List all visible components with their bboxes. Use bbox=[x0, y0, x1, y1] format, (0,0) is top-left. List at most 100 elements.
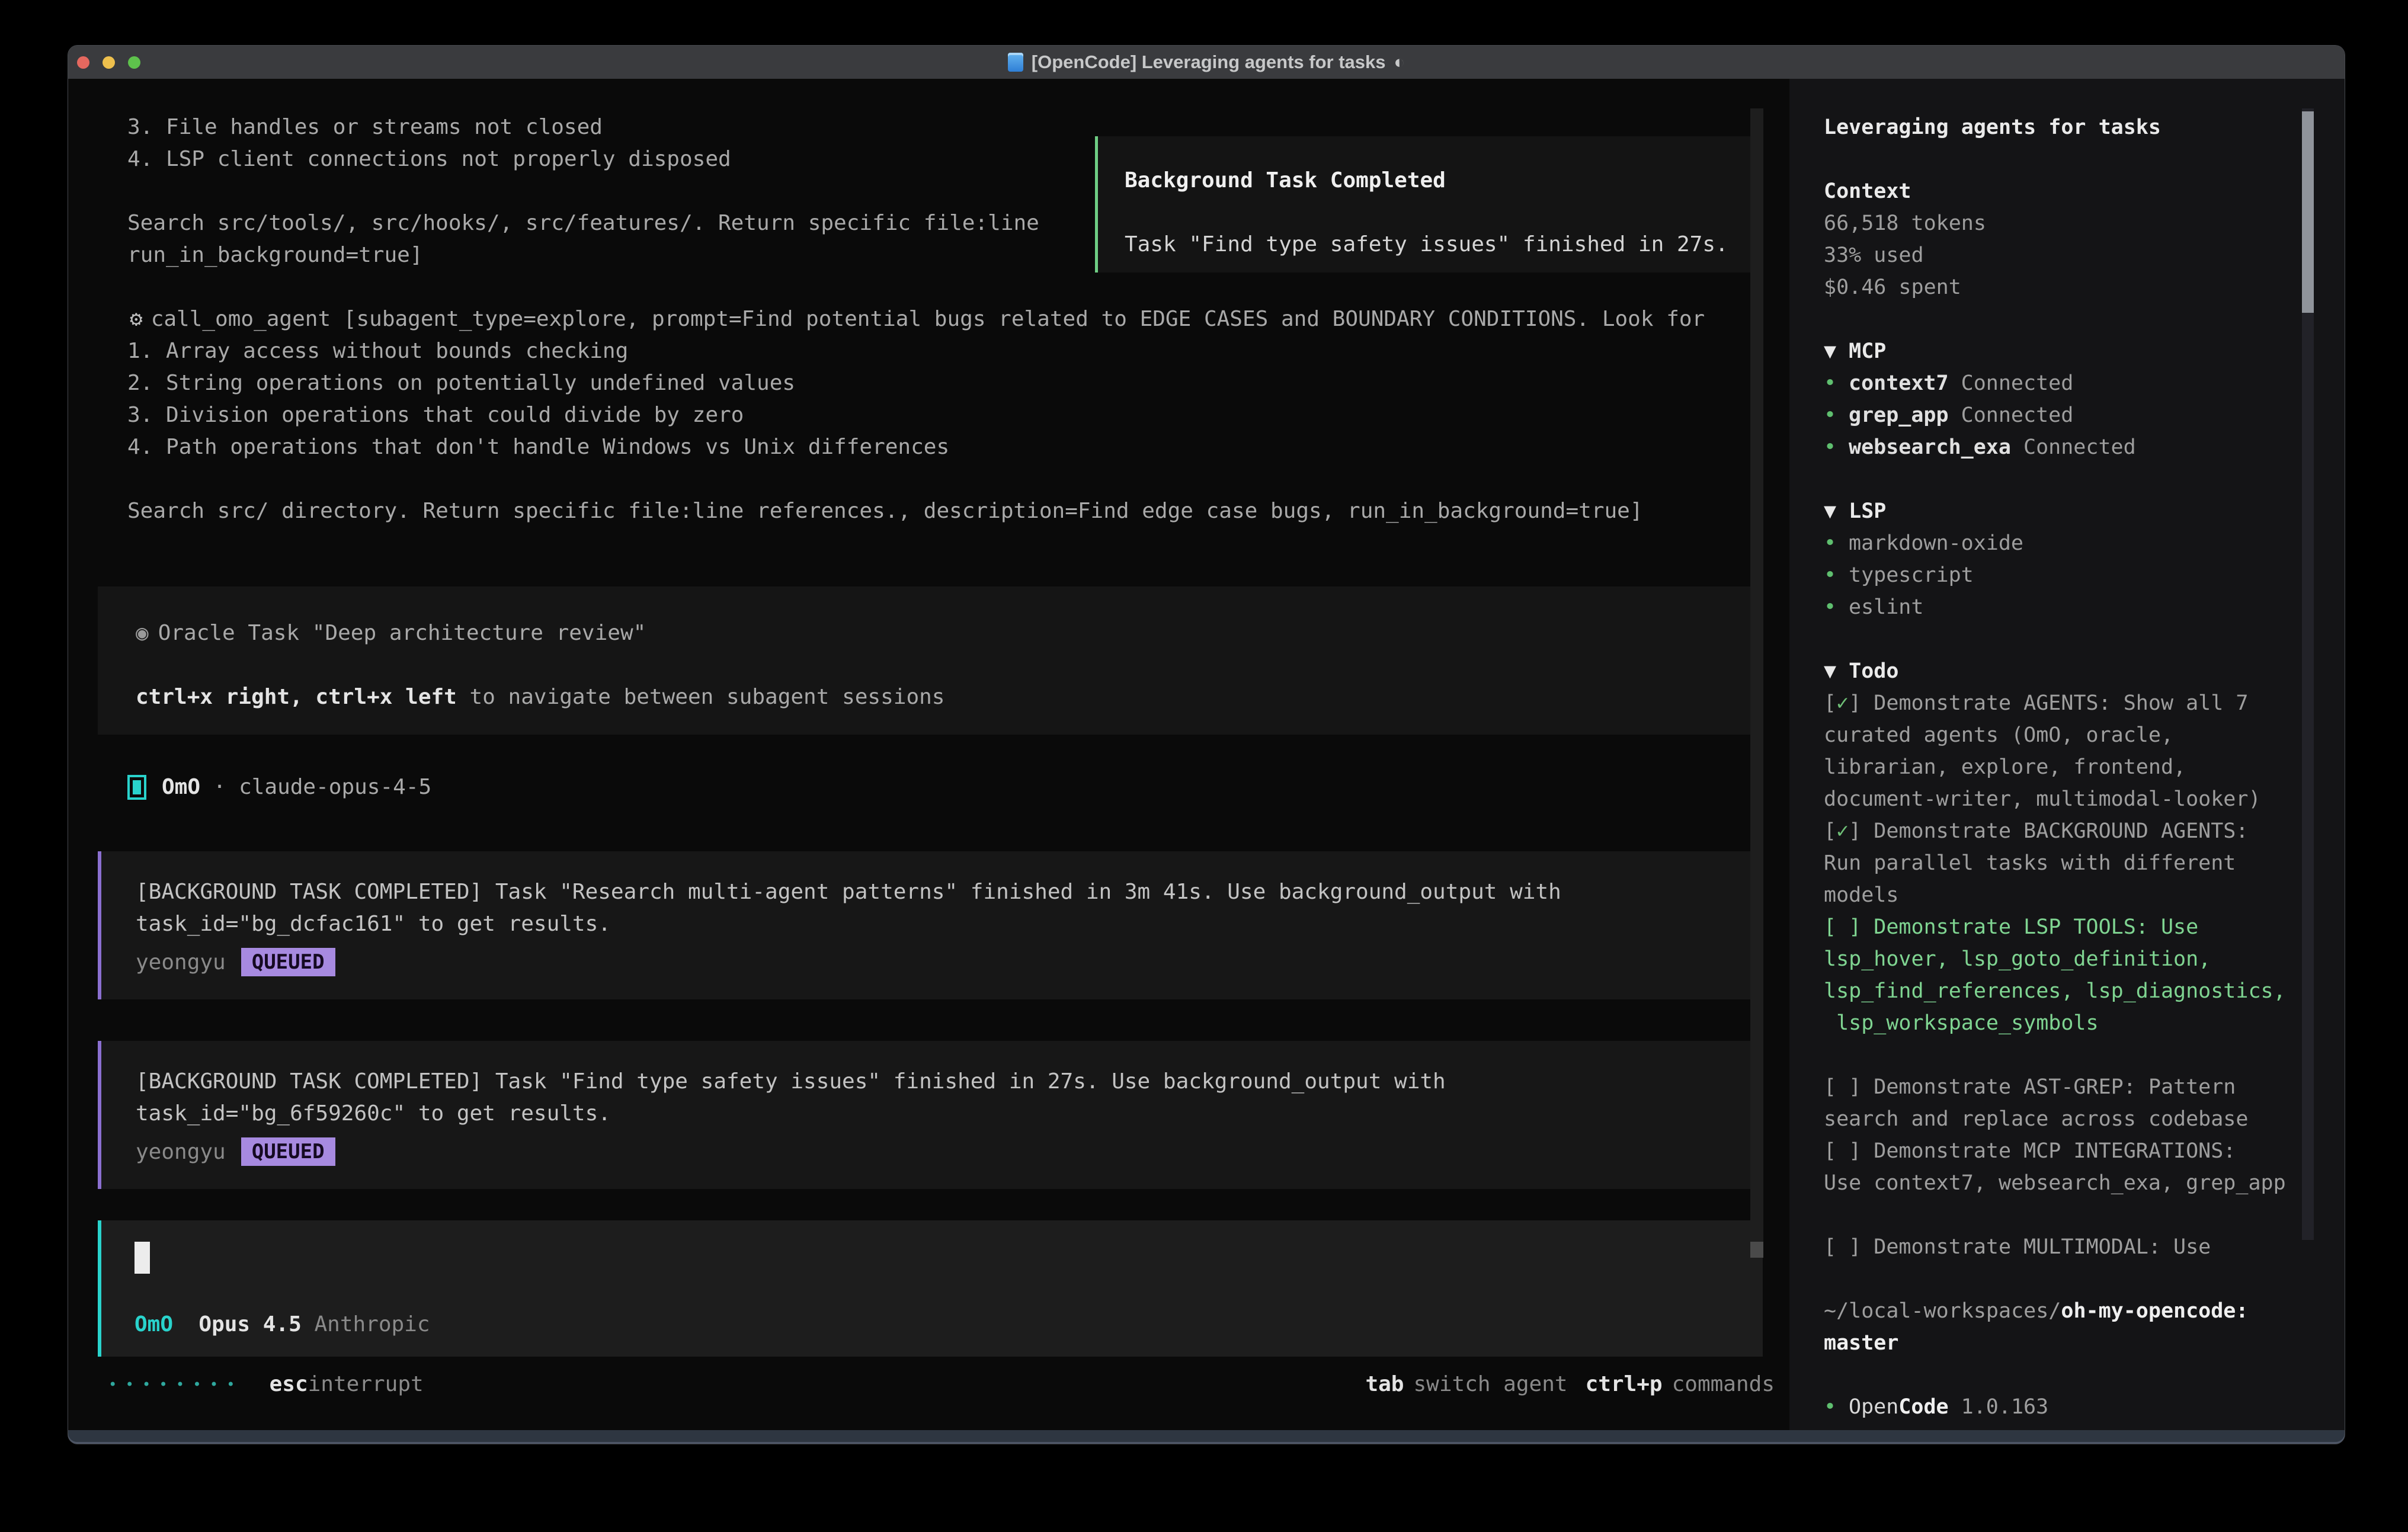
separator-dot: · bbox=[200, 775, 239, 799]
interrupt-label: interrupt bbox=[308, 1372, 424, 1396]
oracle-task-title: ◉Oracle Task "Deep architecture review" bbox=[136, 617, 1763, 649]
todo-item-pending: [ ] Demonstrate MCP INTEGRATIONS: bbox=[1824, 1135, 2314, 1167]
todo-section-header[interactable]: ▼ Todo bbox=[1824, 655, 2314, 687]
session-sidebar: Leveraging agents for tasks Context 66,5… bbox=[1789, 79, 2345, 1430]
subagent-nav-hint: ctrl+x right, ctrl+x left to navigate be… bbox=[136, 681, 1763, 713]
chevron-down-icon: ▼ bbox=[1824, 499, 1849, 523]
status-badge: QUEUED bbox=[241, 1137, 335, 1166]
tool-call-line: ⚙ call_omo_agent [subagent_type=explore, … bbox=[68, 303, 1789, 335]
tool-call-text: call_omo_agent [subagent_type=explore, p… bbox=[151, 307, 1705, 331]
lsp-section-header[interactable]: ▼ LSP bbox=[1824, 495, 2314, 527]
todo-item-line: librarian, explore, frontend, bbox=[1824, 751, 2314, 783]
bullet-icon: • bbox=[1824, 431, 1849, 463]
bullet-icon: • bbox=[1824, 399, 1849, 431]
background-task-toast: Background Task Completed Task "Find typ… bbox=[1095, 136, 1759, 273]
output-line: 4. Path operations that don't handle Win… bbox=[68, 431, 1789, 463]
check-icon: ✓ bbox=[1836, 691, 1849, 715]
todo-item-line: lsp_find_references, lsp_diagnostics, bbox=[1824, 975, 2314, 1007]
chat-pane: 3. File handles or streams not closed 4.… bbox=[68, 79, 1789, 1430]
spinner-dots-icon: •••••••• bbox=[108, 1376, 244, 1393]
input-provider-label: Anthropic bbox=[314, 1312, 430, 1337]
bullet-icon: • bbox=[1824, 367, 1849, 399]
context-used: 33% used bbox=[1824, 239, 2314, 271]
lsp-item: •eslint bbox=[1824, 591, 2314, 623]
switch-agent-label: switch agent bbox=[1413, 1372, 1567, 1396]
session-state-icon: ◐ bbox=[1394, 52, 1405, 73]
todo-item-active: [ ] Demonstrate LSP TOOLS: Use bbox=[1824, 911, 2314, 943]
chat-scrollbar-thumb[interactable] bbox=[1750, 1242, 1763, 1258]
mcp-item: •websearch_exa Connected bbox=[1824, 431, 2314, 463]
document-icon bbox=[1008, 53, 1023, 72]
context-tokens: 66,518 tokens bbox=[1824, 207, 2314, 239]
hotkey-label: ctrl+x right, ctrl+x left bbox=[136, 685, 457, 709]
window-title-text: [OpenCode] Leveraging agents for tasks bbox=[1032, 52, 1386, 73]
input-agent-label: OmO bbox=[135, 1312, 173, 1337]
session-title: Leveraging agents for tasks bbox=[1824, 111, 2314, 143]
app-version: •OpenCode 1.0.163 bbox=[1824, 1391, 2314, 1423]
bullet-icon: • bbox=[1824, 527, 1849, 559]
task-meta-row: yeongyu QUEUED bbox=[136, 944, 1763, 980]
task-meta-row: yeongyu QUEUED bbox=[136, 1133, 1763, 1170]
todo-item-line: Use context7, websearch_exa, grep_app bbox=[1824, 1167, 2314, 1199]
todo-item-line: search and replace across codebase bbox=[1824, 1103, 2314, 1135]
zoom-button[interactable] bbox=[128, 56, 140, 69]
todo-item-line: curated agents (OmO, oracle, bbox=[1824, 719, 2314, 751]
tab-hotkey: tab bbox=[1365, 1372, 1404, 1396]
mcp-item: •context7 Connected bbox=[1824, 367, 2314, 399]
oracle-task-panel: ◉Oracle Task "Deep architecture review" … bbox=[98, 586, 1763, 735]
todo-item-line: Run parallel tasks with different bbox=[1824, 847, 2314, 879]
task-message-line: [BACKGROUND TASK COMPLETED] Task "Resear… bbox=[136, 876, 1763, 908]
background-task-card: [BACKGROUND TASK COMPLETED] Task "Resear… bbox=[98, 851, 1763, 999]
background-task-card: [BACKGROUND TASK COMPLETED] Task "Find t… bbox=[98, 1041, 1763, 1189]
context-header: Context bbox=[1824, 175, 2314, 207]
output-line: 3. Division operations that could divide… bbox=[68, 399, 1789, 431]
status-badge: QUEUED bbox=[241, 948, 335, 976]
mcp-section-header[interactable]: ▼ MCP bbox=[1824, 335, 2314, 367]
lsp-item: •typescript bbox=[1824, 559, 2314, 591]
todo-item-line: lsp_workspace_symbols bbox=[1824, 1007, 2314, 1039]
output-line: 2. String operations on potentially unde… bbox=[68, 367, 1789, 399]
gear-icon: ⚙ bbox=[130, 307, 143, 331]
terminal-window: [OpenCode] Leveraging agents for tasks ◐… bbox=[68, 46, 2345, 1444]
sidebar-scrollbar-thumb[interactable] bbox=[2302, 111, 2314, 313]
task-message-line: task_id="bg_6f59260c" to get results. bbox=[136, 1098, 1763, 1130]
status-bar: •••••••• esc interrupt tab switch agent … bbox=[68, 1372, 1789, 1396]
todo-item-line: models bbox=[1824, 879, 2314, 911]
omo-agent-icon bbox=[127, 775, 146, 800]
input-model-label: Opus 4.5 bbox=[198, 1312, 301, 1337]
output-line: 1. Array access without bounds checking bbox=[68, 335, 1789, 367]
agent-model: claude-opus-4-5 bbox=[239, 775, 431, 799]
window-content: 3. File handles or streams not closed 4.… bbox=[68, 79, 2345, 1430]
traffic-lights bbox=[77, 46, 140, 79]
close-button[interactable] bbox=[77, 56, 89, 69]
todo-item-pending: [ ] Demonstrate AST-GREP: Pattern bbox=[1824, 1071, 2314, 1103]
sidebar-scrollbar[interactable] bbox=[2302, 108, 2314, 1240]
commands-label: commands bbox=[1672, 1372, 1775, 1396]
window-titlebar[interactable]: [OpenCode] Leveraging agents for tasks ◐ bbox=[68, 46, 2345, 79]
chevron-down-icon: ▼ bbox=[1824, 339, 1849, 363]
task-author: yeongyu bbox=[136, 1140, 226, 1164]
prompt-input[interactable]: OmO Opus 4.5 Anthropic bbox=[98, 1220, 1763, 1357]
todo-item-line: lsp_hover, lsp_goto_definition, bbox=[1824, 943, 2314, 975]
text-cursor bbox=[135, 1242, 150, 1274]
task-message-line: [BACKGROUND TASK COMPLETED] Task "Find t… bbox=[136, 1066, 1763, 1098]
agent-name: OmO bbox=[162, 775, 200, 799]
todo-item-line: document-writer, multimodal-looker) bbox=[1824, 783, 2314, 815]
bullet-icon: • bbox=[1824, 1391, 1849, 1423]
context-spent: $0.46 spent bbox=[1824, 271, 2314, 303]
todo-item-pending: [ ] Demonstrate MULTIMODAL: Use bbox=[1824, 1231, 2314, 1263]
bullet-icon: • bbox=[1824, 591, 1849, 623]
todo-item-done: [✓] Demonstrate AGENTS: Show all 7 bbox=[1824, 687, 2314, 719]
check-icon: ✓ bbox=[1836, 819, 1849, 843]
todo-item-done: [✓] Demonstrate BACKGROUND AGENTS: bbox=[1824, 815, 2314, 847]
git-branch: master bbox=[1824, 1327, 2314, 1359]
chevron-down-icon: ▼ bbox=[1824, 659, 1849, 683]
task-message-line: task_id="bg_dcfac161" to get results. bbox=[136, 908, 1763, 940]
agent-header: OmO · claude-opus-4-5 bbox=[68, 771, 1789, 803]
chat-scrollbar[interactable] bbox=[1750, 108, 1763, 1258]
esc-hotkey: esc bbox=[270, 1372, 308, 1396]
bullet-icon: • bbox=[1824, 559, 1849, 591]
window-bottom-strip bbox=[68, 1430, 2345, 1444]
toast-body: Task "Find type safety issues" finished … bbox=[1125, 229, 1756, 261]
minimize-button[interactable] bbox=[103, 56, 115, 69]
